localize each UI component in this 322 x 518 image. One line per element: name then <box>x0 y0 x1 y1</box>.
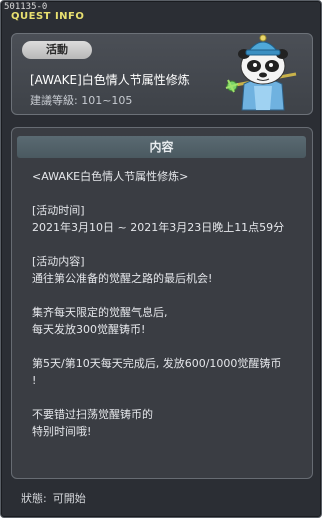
description-line: 通往第公准备的觉醒之路的最后机会! <box>32 272 213 285</box>
quest-description[interactable]: <AWAKE白色情人节属性修炼> [活动时间] 2021年3月10日 ~ 2021年… <box>32 168 308 440</box>
npc-portrait-icon <box>225 34 297 111</box>
quest-name: [AWAKE]白色情人节属性修炼 <box>30 73 190 87</box>
recommended-level: 建議等級: 101~105 <box>30 94 133 107</box>
description-line: 第5天/第10天每天完成后, 发放600/1000觉醒铸币 <box>32 357 282 370</box>
description-line: 集齐每天限定的觉醒气息后, <box>32 306 168 319</box>
description-line: ! <box>32 374 37 387</box>
quest-header-panel: 活動 [AWAKE]白色情人节属性修炼 建議等級: 101~105 <box>11 33 313 115</box>
status-label: 狀態: <box>21 492 47 505</box>
content-heading: 内容 <box>17 136 306 158</box>
description-line: 不要错过扫荡觉醒铸币的 <box>32 408 153 421</box>
description-line: <AWAKE白色情人节属性修炼> <box>32 170 189 183</box>
title-bar[interactable]: 501135-0 QUEST INFO <box>1 1 321 25</box>
window-title: QUEST INFO <box>11 11 85 22</box>
status-value: 可開始 <box>52 492 86 505</box>
description-line: 每天发放300觉醒铸币! <box>32 323 146 336</box>
description-line: [活动内容] <box>32 255 85 268</box>
description-line: 2021年3月10日 ~ 2021年3月23日晚上11点59分 <box>32 221 285 234</box>
description-line: [活动时间] <box>32 204 85 217</box>
quest-status: 狀態: 可開始 <box>21 490 92 506</box>
quest-info-window: 501135-0 QUEST INFO 活動 [AWAKE]白色情人节属性修炼 … <box>0 0 322 518</box>
description-line: 特别时间哦! <box>32 425 92 438</box>
category-badge: 活動 <box>22 41 92 59</box>
content-panel: 内容 <AWAKE白色情人节属性修炼> [活动时间] 2021年3月10日 ~ 20… <box>11 127 313 479</box>
